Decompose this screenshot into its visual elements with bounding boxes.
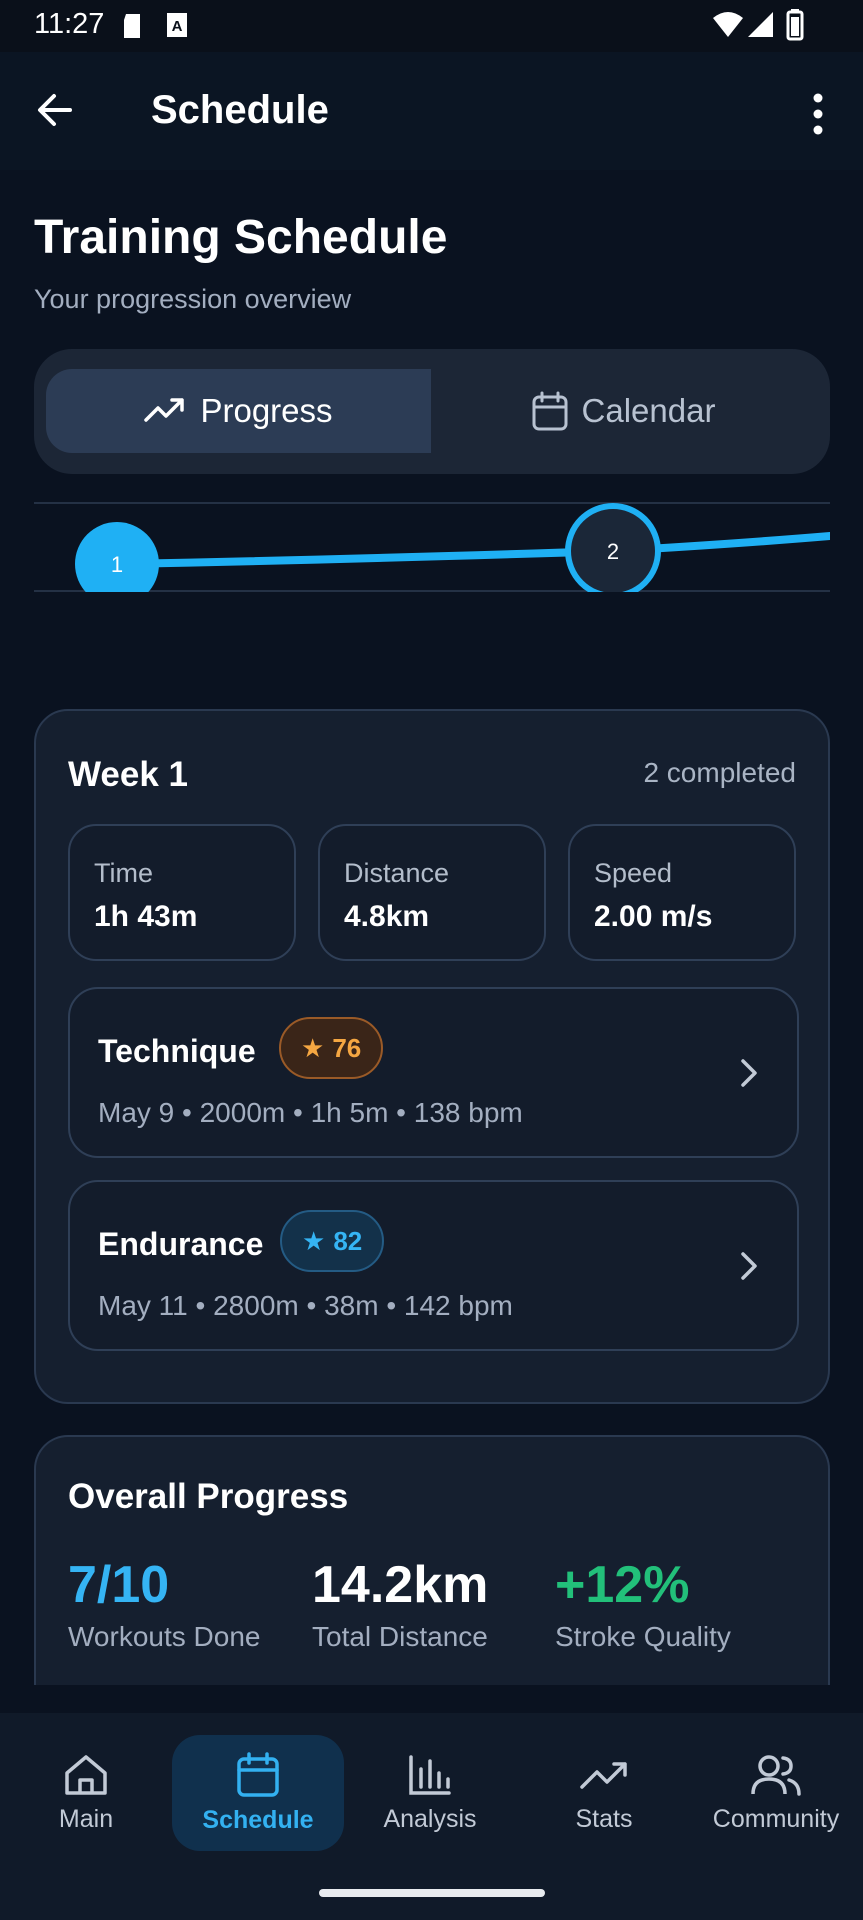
session-endurance[interactable]: Endurance ★ 82 May 11 • 2800m • 38m • 14…	[68, 1180, 799, 1351]
nav-analysis[interactable]: Analysis	[344, 1735, 516, 1851]
metric-value: 7/10	[68, 1556, 170, 1614]
score-badge: ★ 76	[279, 1017, 384, 1079]
stat-label: Time	[94, 858, 153, 888]
metric-distance: 14.2km Total Distance	[312, 1555, 488, 1653]
nav-main[interactable]: Main	[0, 1735, 172, 1851]
stat-value: 1h 43m	[94, 900, 198, 933]
session-meta: May 9 • 2000m • 1h 5m • 138 bpm	[98, 1097, 523, 1128]
calendar-icon	[532, 391, 568, 431]
app-bar: Schedule	[0, 52, 863, 170]
nav-label: Community	[712, 1804, 840, 1833]
home-icon	[65, 1754, 107, 1795]
timeline-chart: 1 2	[75, 503, 830, 592]
session-name: Technique	[98, 1033, 256, 1069]
status-bar: 11:27 A	[0, 0, 863, 52]
stat-speed: Speed 2.00 m/s	[568, 824, 796, 961]
more-vert-icon[interactable]	[798, 86, 838, 142]
timeline-node-label: 2	[607, 539, 619, 564]
back-arrow-icon[interactable]	[30, 82, 86, 138]
battery-icon	[786, 9, 804, 41]
stat-time: Time 1h 43m	[68, 824, 296, 961]
week-card: Week 1 2 completed Time 1h 43m Distance …	[34, 709, 830, 1404]
tab-progress-label: Progress	[200, 392, 333, 429]
timeline-node-2[interactable]: 2	[565, 503, 661, 592]
session-meta: May 11 • 2800m • 38m • 142 bpm	[98, 1290, 513, 1321]
stat-value: 2.00 m/s	[594, 900, 713, 933]
nav-label: Schedule	[202, 1805, 314, 1834]
calendar-icon	[237, 1751, 279, 1797]
signal-icon	[748, 12, 773, 37]
text-icon: A	[167, 13, 187, 37]
status-time: 11:27	[34, 8, 105, 40]
metric-label: Total Distance	[312, 1621, 488, 1652]
view-toggle: Progress Calendar	[34, 349, 830, 474]
metric-stroke-quality: +12% Stroke Quality	[555, 1555, 731, 1653]
stat-label: Speed	[594, 858, 673, 888]
bar-chart-icon	[409, 1754, 451, 1795]
nav-stats[interactable]: Stats	[518, 1735, 690, 1851]
trending-up-icon	[580, 1761, 627, 1789]
week-status: 2 completed	[643, 757, 796, 788]
score-value: 76	[332, 1032, 362, 1063]
metric-label: Stroke Quality	[555, 1621, 731, 1652]
svg-text:A: A	[172, 18, 183, 35]
wifi-icon	[713, 12, 743, 37]
timeline-node-label: 1	[111, 552, 123, 577]
metric-value: 14.2km	[312, 1556, 489, 1614]
stat-distance: Distance 4.8km	[318, 824, 546, 961]
metric-label: Workouts Done	[68, 1621, 261, 1652]
timeline-path	[113, 532, 830, 568]
page-title: Training Schedule	[34, 211, 448, 264]
stat-value: 4.8km	[344, 900, 430, 933]
session-technique[interactable]: Technique ★ 76 May 9 • 2000m • 1h 5m • 1…	[68, 987, 799, 1158]
trending-up-icon	[144, 398, 185, 422]
timeline-node-1[interactable]: 1	[75, 522, 159, 592]
tab-progress[interactable]: Progress	[46, 369, 431, 453]
sd-card-icon	[124, 14, 140, 38]
nav-schedule[interactable]: Schedule	[172, 1735, 344, 1851]
tab-calendar[interactable]: Calendar	[431, 369, 816, 453]
home-indicator[interactable]	[319, 1889, 545, 1897]
nav-community[interactable]: Community	[690, 1735, 862, 1851]
score-badge: ★ 82	[280, 1210, 385, 1272]
app-bar-title: Schedule	[151, 88, 329, 132]
stat-label: Distance	[344, 858, 450, 888]
page-subtitle: Your progression overview	[34, 284, 352, 314]
star-icon: ★	[301, 1032, 325, 1063]
star-icon: ★	[302, 1225, 326, 1256]
session-name: Endurance	[98, 1226, 264, 1262]
week-title: Week 1	[68, 755, 188, 794]
nav-label: Main	[58, 1804, 114, 1833]
chevron-right-icon	[741, 1252, 757, 1280]
people-icon	[751, 1754, 801, 1796]
metric-value: +12%	[555, 1556, 690, 1614]
nav-label: Stats	[575, 1804, 633, 1833]
scroll-fade	[0, 1685, 863, 1713]
metric-workouts: 7/10 Workouts Done	[68, 1555, 260, 1653]
chevron-right-icon	[741, 1059, 757, 1087]
overall-title: Overall Progress	[68, 1477, 349, 1516]
nav-label: Analysis	[383, 1804, 477, 1833]
progress-timeline: 1 2	[34, 502, 830, 592]
tab-calendar-label: Calendar	[581, 392, 716, 429]
score-value: 82	[333, 1225, 363, 1256]
